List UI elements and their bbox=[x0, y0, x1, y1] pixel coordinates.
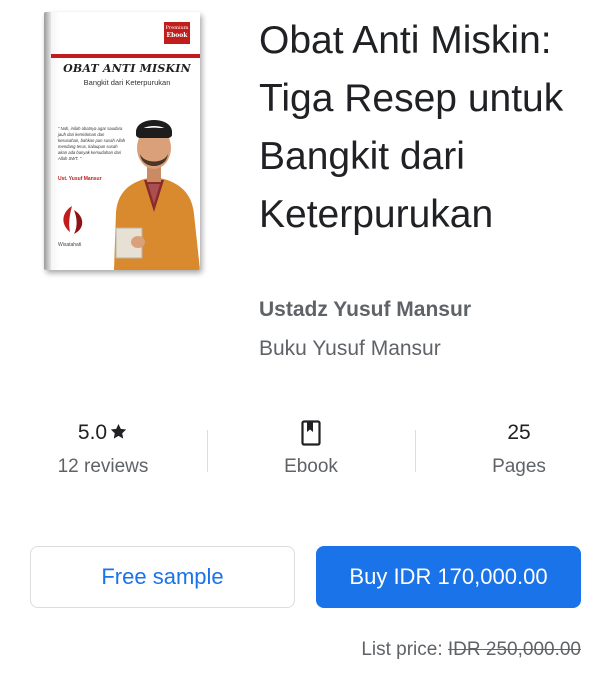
stats-divider bbox=[207, 430, 208, 472]
list-price-label: List price: bbox=[361, 639, 443, 660]
cover-subtitle: Bangkit dari Keterpurukan bbox=[83, 78, 171, 87]
star-icon bbox=[110, 423, 127, 439]
bookmark-book-icon bbox=[301, 420, 321, 447]
list-price-value: IDR 250,000.00 bbox=[447, 639, 581, 660]
cover-title: OBAT ANTI MISKIN bbox=[63, 62, 191, 75]
cover-badge-line1: Premium bbox=[165, 25, 189, 31]
author-link[interactable]: Ustadz Yusuf Mansur bbox=[259, 298, 471, 322]
format-icon-row bbox=[236, 418, 386, 448]
pages-stat: 25 Pages bbox=[444, 418, 594, 478]
publisher-logo-icon bbox=[63, 206, 83, 234]
buy-button[interactable]: Buy IDR 170,000.00 bbox=[316, 546, 581, 608]
pages-label: Pages bbox=[492, 456, 546, 477]
rating-value: 5.0 bbox=[77, 421, 108, 444]
rating-value-row: 5.0 bbox=[28, 418, 178, 448]
pages-count: 25 bbox=[507, 421, 531, 444]
rating-stat[interactable]: 5.0 12 reviews bbox=[28, 418, 178, 478]
book-details-page: Premium Ebook OBAT ANTI MISKIN Bangkit d… bbox=[0, 0, 605, 680]
cover-publisher: Wisatahati bbox=[58, 242, 82, 248]
cover-author: Ust. Yusuf Mansur bbox=[58, 176, 102, 182]
free-sample-button[interactable]: Free sample bbox=[30, 546, 295, 608]
cover-accent-bar bbox=[51, 54, 200, 58]
book-title: Obat Anti Miskin: Tiga Resep untuk Bangk… bbox=[259, 19, 564, 236]
format-label: Ebook bbox=[284, 456, 338, 477]
reviews-count: 12 reviews bbox=[57, 456, 149, 477]
author-portrait-image bbox=[114, 120, 200, 270]
series-link[interactable]: Buku Yusuf Mansur bbox=[259, 337, 441, 361]
format-stat[interactable]: Ebook bbox=[236, 418, 386, 478]
book-cover[interactable]: Premium Ebook OBAT ANTI MISKIN Bangkit d… bbox=[44, 12, 200, 270]
list-price: List price: IDR 250,000.00 bbox=[361, 639, 581, 661]
cover-premium-badge: Premium Ebook bbox=[164, 22, 190, 44]
cover-badge-line2: Ebook bbox=[166, 32, 188, 39]
stats-divider bbox=[415, 430, 416, 472]
